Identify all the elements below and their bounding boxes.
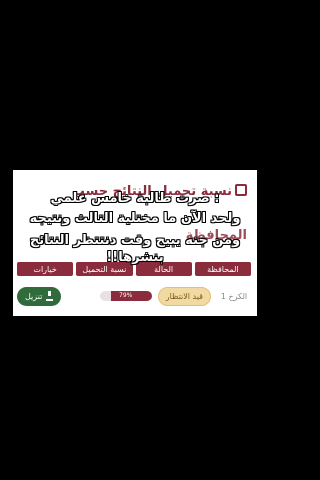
governorate-cell: الكرخ 1 [220,291,248,301]
download-icon [46,290,54,301]
table-row: الكرخ 1 قيد الانتظار 79% تنزيل [17,285,251,307]
status-badge: قيد الانتظار [157,286,211,306]
download-button[interactable]: تنزيل [17,286,62,306]
overlay-caption-line-3: ومن جنه يبيح وقت دنتتظر النتائج بنشرها!! [29,233,241,265]
progress-label: 79% [119,292,133,299]
overlay-caption-line-1: : صرت طالبة خامس علمي [50,191,220,206]
download-label: تنزيل [25,291,43,301]
overlay-caption-line-2: ولحد الآن ما مختلية التالث ونتيجه [29,211,241,226]
progress-bar: 79% [99,291,152,301]
